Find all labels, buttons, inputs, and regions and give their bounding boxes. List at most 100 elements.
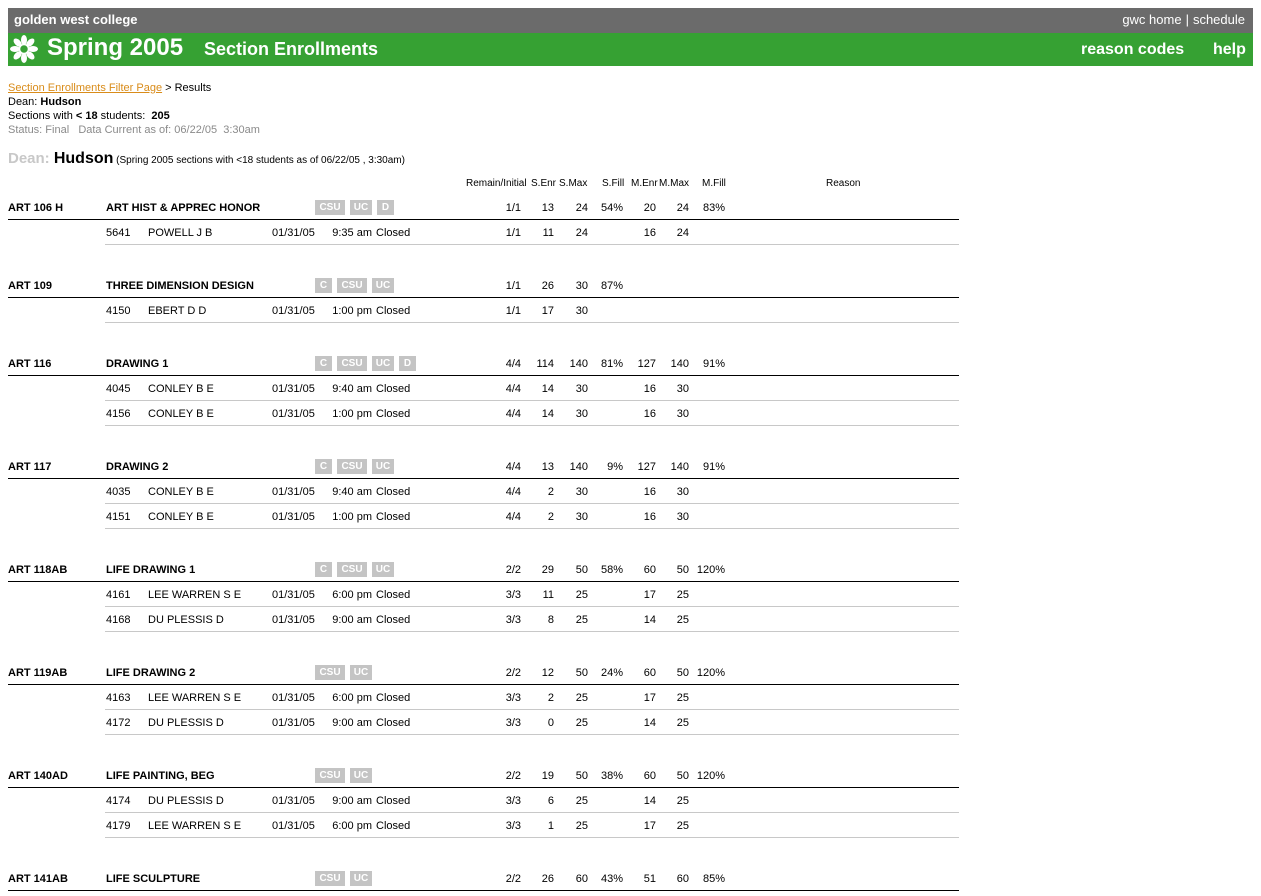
section-status: Closed: [376, 383, 411, 395]
section-id[interactable]: 4168: [106, 613, 130, 627]
course-senr: 26: [541, 873, 554, 885]
sections-count: 205: [151, 110, 170, 122]
transfer-badge: UC: [372, 278, 394, 293]
course-menr: 51: [643, 873, 656, 885]
course-senr: 114: [536, 358, 554, 370]
course-title: DRAWING 2: [106, 461, 169, 473]
section-id[interactable]: 4151: [106, 510, 130, 524]
section-id[interactable]: 4150: [106, 304, 130, 318]
top-bar: golden west college gwc home | schedule: [8, 8, 1253, 33]
status-text: Status: Final: [8, 124, 70, 136]
section-divider: [105, 503, 959, 504]
section-time: 6:00 pm: [332, 692, 372, 704]
course-mmax: 50: [676, 667, 689, 679]
course-title: ART HIST & APPREC HONOR: [106, 202, 261, 214]
section-id[interactable]: 5641: [106, 226, 130, 240]
section-instructor: POWELL J B: [148, 227, 213, 239]
course-mfill: 83%: [702, 202, 725, 214]
section-date: 01/31/05: [272, 486, 315, 498]
section-date: 01/31/05: [272, 589, 315, 601]
section-id[interactable]: 4156: [106, 407, 130, 421]
section-instructor: CONLEY B E: [148, 511, 214, 523]
section-senr: 2: [547, 486, 554, 498]
course-title: LIFE SCULPTURE: [106, 873, 201, 885]
section-remain: 3/3: [505, 692, 521, 704]
section-instructor: CONLEY B E: [148, 408, 214, 420]
section-id[interactable]: 4174: [106, 794, 130, 808]
section-instructor: DU PLESSIS D: [148, 614, 224, 626]
section-menr: 16: [643, 383, 656, 395]
transfer-badge: CSU: [337, 278, 367, 293]
transfer-badge: UC: [372, 356, 394, 371]
section-senr: 14: [541, 408, 554, 420]
filter-page-link[interactable]: Section Enrollments Filter Page: [8, 82, 162, 94]
gwc-home-link[interactable]: gwc home: [1122, 12, 1181, 27]
section-status: Closed: [376, 408, 411, 420]
course-smax: 30: [575, 280, 588, 292]
section-mmax: 30: [676, 383, 689, 395]
course-mmax: 24: [676, 202, 689, 214]
section-instructor: CONLEY B E: [148, 383, 214, 395]
section-mmax: 25: [676, 820, 689, 832]
section-remain: 3/3: [505, 795, 521, 807]
course-sfill: 9%: [607, 461, 623, 473]
transfer-badge: C: [315, 562, 332, 577]
section-status: Closed: [376, 589, 411, 601]
section-instructor: EBERT D D: [148, 305, 207, 317]
section-id[interactable]: 4045: [106, 382, 130, 396]
help-link[interactable]: help: [1213, 41, 1246, 59]
section-menr: 16: [643, 227, 656, 239]
section-senr: 0: [547, 717, 554, 729]
section-date: 01/31/05: [272, 511, 315, 523]
section-date: 01/31/05: [272, 795, 315, 807]
section-date: 01/31/05: [272, 305, 315, 317]
section-mmax: 30: [676, 511, 689, 523]
schedule-link[interactable]: schedule: [1193, 12, 1245, 27]
transfer-badge: CSU: [337, 562, 367, 577]
dean-filter-value: Hudson: [40, 96, 82, 108]
section-divider: [105, 244, 959, 245]
section-status: Closed: [376, 486, 411, 498]
section-id[interactable]: 4161: [106, 588, 130, 602]
section-menr: 14: [643, 717, 656, 729]
course-mfill: 91%: [702, 461, 725, 473]
section-id[interactable]: 4163: [106, 691, 130, 705]
transfer-badge: CSU: [315, 871, 345, 886]
section-instructor: DU PLESSIS D: [148, 717, 224, 729]
course-senr: 13: [541, 461, 554, 473]
section-divider: [105, 812, 959, 813]
transfer-badge: C: [315, 356, 332, 371]
section-menr: 16: [643, 511, 656, 523]
section-time: 1:00 pm: [332, 408, 372, 420]
section-remain: 1/1: [505, 227, 521, 239]
course-code: ART 106 H: [8, 202, 64, 214]
section-divider: [105, 528, 959, 529]
section-divider: [105, 631, 959, 632]
course-divider: [8, 787, 959, 788]
transfer-badge: UC: [350, 200, 372, 215]
dean-filter: Dean: Hudson: [8, 95, 81, 109]
section-menr: 16: [643, 408, 656, 420]
section-instructor: LEE WARREN S E: [148, 820, 242, 832]
section-remain: 4/4: [505, 383, 521, 395]
course-remain: 1/1: [505, 202, 521, 214]
section-time: 6:00 pm: [332, 589, 372, 601]
course-senr: 26: [541, 280, 554, 292]
section-id[interactable]: 4035: [106, 485, 130, 499]
transfer-badge: UC: [372, 562, 394, 577]
section-id[interactable]: 4172: [106, 716, 130, 730]
course-sfill: 81%: [600, 358, 623, 370]
course-senr: 29: [541, 564, 554, 576]
data-current-text: Data Current as of: 06/22/05 3:30am: [78, 124, 260, 136]
section-smax: 25: [575, 614, 588, 626]
reason-codes-link[interactable]: reason codes: [1081, 41, 1184, 59]
section-senr: 17: [541, 305, 554, 317]
section-divider: [105, 837, 959, 838]
section-remain: 3/3: [505, 820, 521, 832]
section-time: 6:00 pm: [332, 820, 372, 832]
section-menr: 14: [643, 795, 656, 807]
section-divider: [105, 400, 959, 401]
section-id[interactable]: 4179: [106, 819, 130, 833]
section-time: 9:35 am: [332, 227, 372, 239]
course-menr: 60: [643, 564, 656, 576]
